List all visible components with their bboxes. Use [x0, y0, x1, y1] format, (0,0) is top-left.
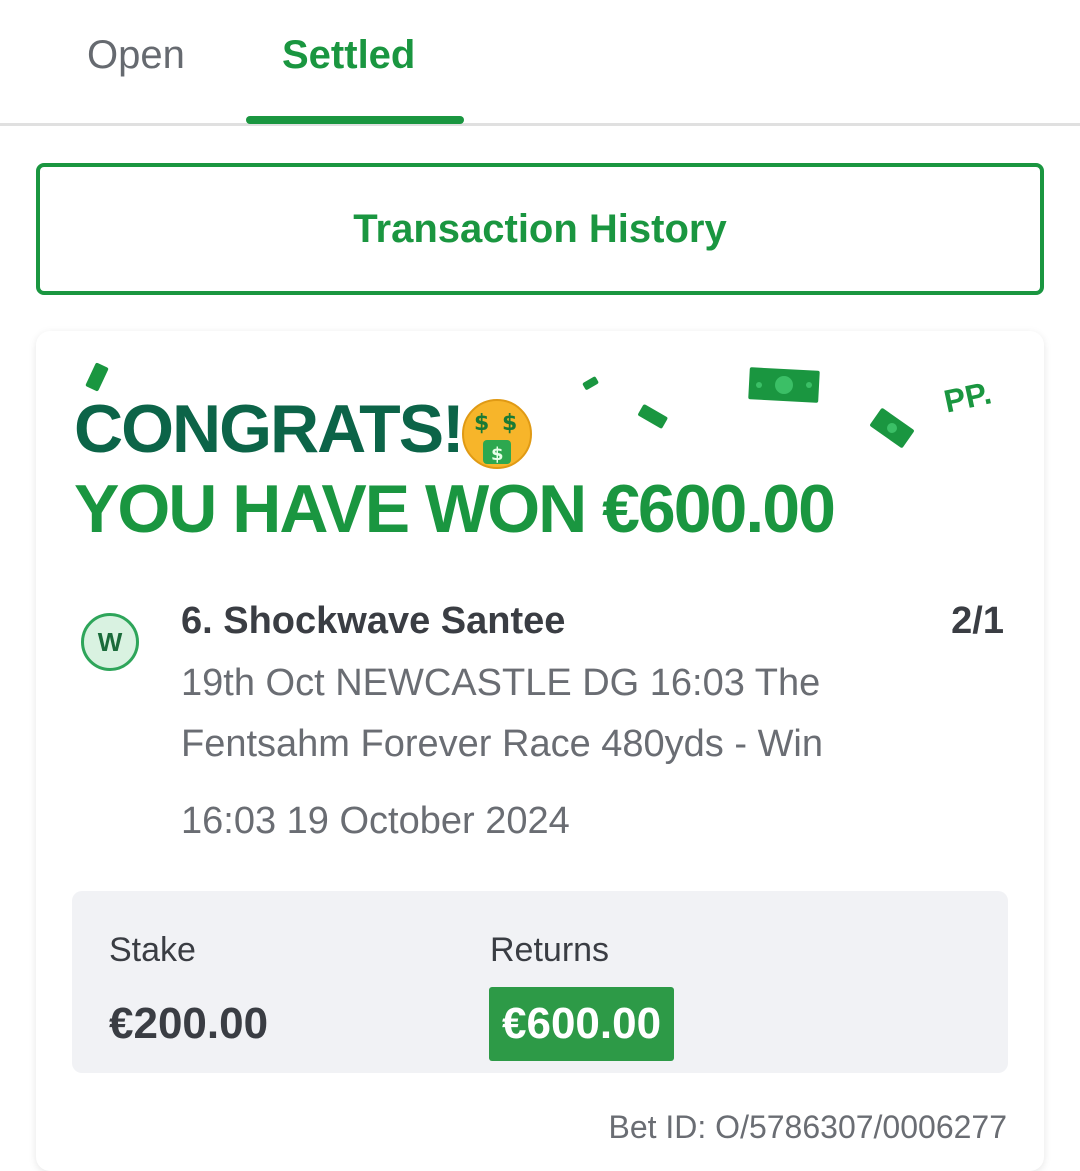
- congrats-heading: CONGRATS!: [74, 391, 465, 467]
- event-description: 19th Oct NEWCASTLE DG 16:03 The Fentsahm…: [181, 662, 824, 765]
- svg-text:$: $: [474, 411, 489, 436]
- selection-name: 6. Shockwave Santee: [181, 600, 566, 642]
- money-mouth-face-icon: $ $ $: [462, 399, 532, 469]
- money-icon: [870, 408, 914, 448]
- bet-id: Bet ID: O/5786307/0006277: [608, 1109, 1007, 1145]
- tab-settled[interactable]: Settled: [282, 30, 415, 80]
- bet-tabs: Open Settled: [0, 0, 1080, 126]
- tab-open[interactable]: Open: [87, 30, 185, 80]
- win-badge: W: [81, 613, 139, 671]
- odds: 2/1: [951, 600, 1004, 642]
- brand-logo: PP.: [940, 374, 995, 420]
- svg-text:$: $: [502, 411, 517, 436]
- returns-label: Returns: [490, 931, 610, 969]
- settled-bet-card[interactable]: CONGRATS! $ $ $ YOU HAVE WON €600.00 PP.…: [36, 331, 1044, 1171]
- svg-text:$: $: [491, 444, 504, 465]
- stake-label: Stake: [109, 931, 196, 969]
- money-icon: [638, 404, 668, 429]
- win-banner: CONGRATS! $ $ $ YOU HAVE WON €600.00 PP.: [36, 331, 1044, 561]
- transaction-history-button[interactable]: Transaction History: [36, 163, 1044, 295]
- bet-summary: Stake €200.00 Returns €600.00: [72, 891, 1008, 1073]
- transaction-history-label: Transaction History: [353, 206, 727, 251]
- winnings-heading: YOU HAVE WON €600.00: [74, 471, 836, 547]
- stake-value: €200.00: [109, 999, 269, 1048]
- returns-value: €600.00: [489, 987, 675, 1061]
- active-tab-indicator: [246, 116, 464, 124]
- money-icon: [748, 367, 820, 403]
- event-datetime: 16:03 19 October 2024: [181, 800, 570, 842]
- money-icon: [582, 376, 599, 390]
